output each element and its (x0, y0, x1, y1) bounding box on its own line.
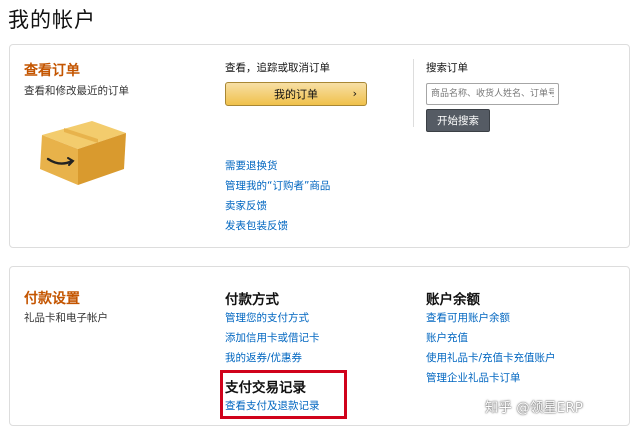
transactions-heading: 支付交易记录 (225, 380, 306, 396)
link-returns[interactable]: 需要退换货 (225, 158, 278, 173)
orders-subtitle: 查看和修改最近的订单 (24, 85, 129, 97)
payments-subtitle: 礼品卡和电子帐户 (24, 312, 108, 324)
link-gift-card-topup[interactable]: 使用礼品卡/充值卡充值账户 (426, 350, 556, 365)
my-orders-button[interactable]: 我的订单 › (225, 82, 367, 106)
link-enterprise-gift-card[interactable]: 管理企业礼品卡订单 (426, 370, 521, 385)
my-orders-button-label: 我的订单 (274, 88, 318, 101)
order-search-input[interactable] (426, 83, 559, 105)
page-title: 我的帐户 (8, 8, 96, 32)
package-box-icon (40, 121, 126, 185)
chevron-right-icon: › (352, 87, 357, 100)
start-search-button[interactable]: 开始搜索 (426, 109, 490, 132)
search-orders-label: 搜索订单 (426, 62, 468, 74)
payments-title[interactable]: 付款设置 (24, 288, 80, 308)
link-view-balance[interactable]: 查看可用账户余额 (426, 310, 510, 325)
watermark: 知乎 @领星ERP (485, 400, 583, 416)
column-divider (413, 59, 414, 127)
link-subscribe-manage[interactable]: 管理我的“订购者”商品 (225, 178, 330, 193)
view-orders-label: 查看，追踪或取消订单 (225, 62, 330, 74)
orders-card: 查看订单 查看和修改最近的订单 查看，追踪或取消订单 我的订单 › 搜索订单 开… (9, 44, 630, 248)
link-manage-payment[interactable]: 管理您的支付方式 (225, 310, 309, 325)
orders-title[interactable]: 查看订单 (24, 60, 80, 80)
link-seller-feedback[interactable]: 卖家反馈 (225, 198, 267, 213)
link-top-up[interactable]: 账户充值 (426, 330, 468, 345)
link-packaging-feedback[interactable]: 发表包装反馈 (225, 218, 288, 233)
balance-heading: 账户余额 (426, 292, 480, 308)
link-add-card[interactable]: 添加信用卡或借记卡 (225, 330, 320, 345)
payment-methods-heading: 付款方式 (225, 292, 279, 308)
link-transaction-history[interactable]: 查看支付及退款记录 (225, 398, 320, 413)
link-coupons[interactable]: 我的返券/优惠券 (225, 350, 302, 365)
